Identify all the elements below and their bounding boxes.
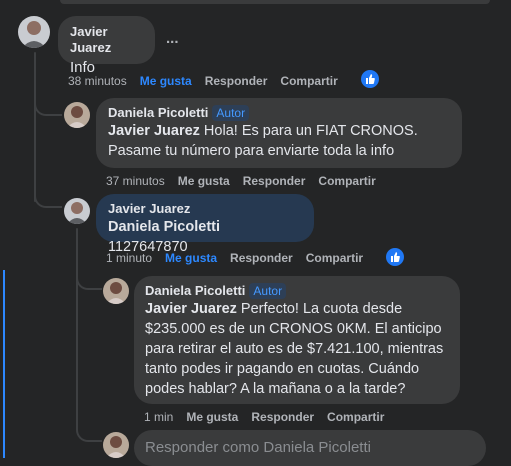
- more-options-button[interactable]: ...: [166, 30, 179, 47]
- avatar-javier[interactable]: [64, 198, 90, 224]
- comment-bubble-4: Daniela Picoletti Autor Javier Juarez Per…: [134, 276, 460, 404]
- comment-text: Javier Juarez Hola! Es para un FIAT CRON…: [108, 121, 450, 141]
- text-line: $235.000 es de un CRONOS 0KM. El anticip…: [145, 321, 442, 337]
- avatar-javier[interactable]: [18, 16, 50, 48]
- thread-connector-1: [34, 88, 62, 116]
- focus-indicator: [3, 270, 5, 458]
- comment-actions-4: 1 min Me gusta Responder Compartir: [144, 410, 397, 424]
- reply-button[interactable]: Responder: [251, 410, 314, 424]
- comment-actions-3: 1 minuto Me gusta Responder Compartir: [106, 251, 376, 265]
- thread-connector-2: [34, 180, 62, 208]
- comment-bubble-3: Javier Juarez Daniela Picoletti 11276478…: [96, 194, 314, 255]
- thread-connector-3: [76, 262, 102, 290]
- comment-author[interactable]: Javier Juarez: [108, 201, 302, 217]
- timestamp[interactable]: 37 minutos: [106, 174, 165, 188]
- person-icon: [18, 16, 50, 48]
- mention-link[interactable]: Javier Juarez: [145, 301, 237, 317]
- share-button[interactable]: Compartir: [318, 174, 375, 188]
- reply-placeholder: Responder como Daniela Picoletti: [145, 439, 371, 456]
- like-reaction-icon[interactable]: [361, 70, 379, 88]
- like-button[interactable]: Me gusta: [165, 251, 217, 265]
- comment-actions-2: 37 minutos Me gusta Responder Compartir: [106, 174, 389, 188]
- share-button[interactable]: Compartir: [280, 74, 337, 88]
- text-line: tanto podes ir pagando en cuotas. Cuándo: [145, 361, 420, 377]
- person-icon: [103, 432, 129, 458]
- mention-link[interactable]: Javier Juarez: [108, 123, 200, 139]
- top-divider: [60, 0, 490, 4]
- reply-button[interactable]: Responder: [205, 74, 268, 88]
- timestamp[interactable]: 1 min: [144, 410, 173, 424]
- avatar-daniela[interactable]: [64, 102, 90, 128]
- like-button[interactable]: Me gusta: [178, 174, 230, 188]
- mention-link[interactable]: Daniela Picoletti: [108, 219, 220, 235]
- reply-button[interactable]: Responder: [230, 251, 293, 265]
- text-line: para retirar el auto es de $7.421.100, m…: [145, 341, 444, 357]
- comment-author[interactable]: Daniela Picoletti: [108, 105, 208, 120]
- thread-connector-4: [76, 412, 102, 442]
- comment-author[interactable]: Daniela Picoletti: [145, 283, 245, 298]
- person-icon: [64, 198, 90, 224]
- text-line: Hola! Es para un FIAT CRONOS.: [199, 123, 418, 139]
- comment-text-line2: Pasame tu número para enviarte toda la i…: [108, 143, 395, 159]
- author-badge: Autor: [249, 283, 287, 299]
- comment-bubble-1: Javier Juarez Info: [58, 16, 155, 76]
- comment-actions-1: 38 minutos Me gusta Responder Compartir: [68, 74, 351, 88]
- like-button[interactable]: Me gusta: [186, 410, 238, 424]
- text-line: Perfecto! La cuota desde: [236, 301, 403, 317]
- thread-line-nested: [76, 228, 78, 428]
- person-icon: [64, 102, 90, 128]
- like-reaction-icon[interactable]: [386, 248, 404, 266]
- avatar-daniela[interactable]: [103, 278, 129, 304]
- share-button[interactable]: Compartir: [327, 410, 384, 424]
- comment-text: Javier Juarez Perfecto! La cuota desde: [145, 299, 449, 319]
- comment-author[interactable]: Javier Juarez: [70, 24, 143, 56]
- reply-button[interactable]: Responder: [243, 174, 306, 188]
- share-button[interactable]: Compartir: [306, 251, 363, 265]
- timestamp[interactable]: 1 minuto: [106, 251, 152, 265]
- like-button[interactable]: Me gusta: [140, 74, 192, 88]
- timestamp[interactable]: 38 minutos: [68, 74, 127, 88]
- person-icon: [103, 278, 129, 304]
- comment-bubble-2: Daniela Picoletti Autor Javier Juarez Hol…: [96, 98, 462, 168]
- author-badge: Autor: [212, 105, 250, 121]
- text-line: podes hablar? A la mañana o a la tarde?: [145, 381, 406, 397]
- reply-input[interactable]: Responder como Daniela Picoletti: [134, 430, 486, 466]
- avatar-daniela: [103, 432, 129, 458]
